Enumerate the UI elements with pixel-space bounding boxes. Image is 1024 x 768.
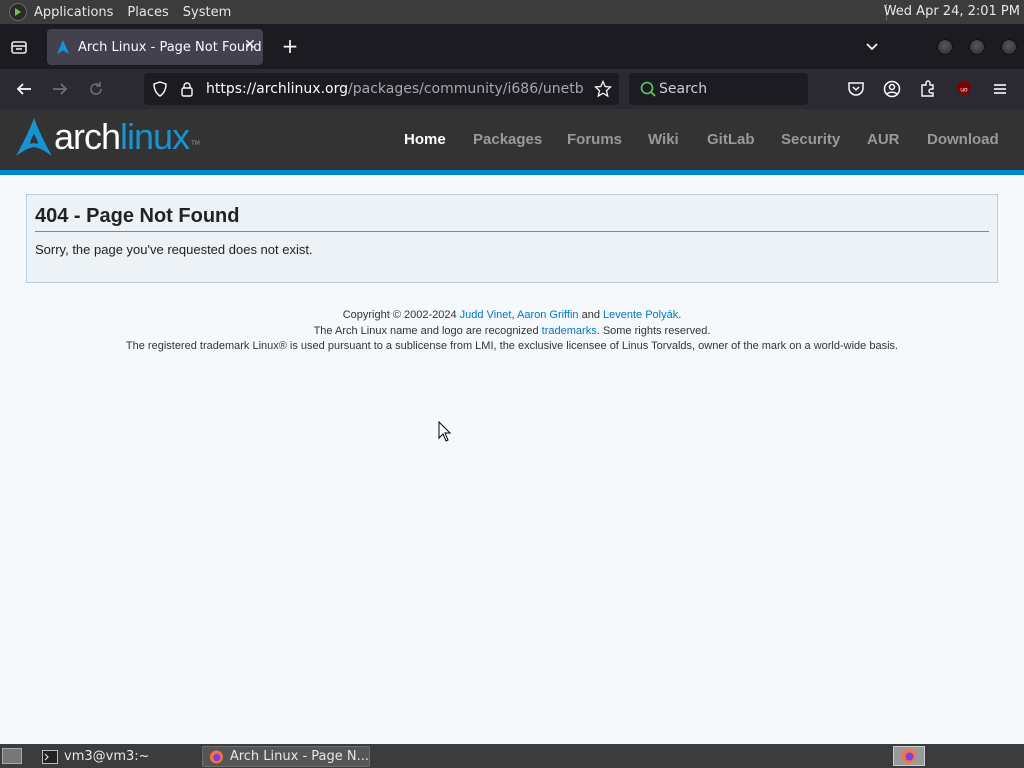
ublock-button[interactable]: uo — [954, 79, 974, 99]
tab-arch-linux[interactable]: Arch Linux - Page Not Found ✕ — [47, 29, 263, 65]
back-arrow-icon — [16, 83, 31, 95]
tab-title: Arch Linux - Page Not Found — [78, 39, 262, 55]
nav-download[interactable]: Download — [927, 131, 999, 148]
minimize-button[interactable] — [937, 39, 953, 55]
terminal-icon — [42, 749, 58, 764]
logo-tm: TM — [191, 140, 200, 147]
search-engine-icon — [640, 81, 656, 97]
mouse-cursor-icon — [438, 421, 452, 442]
link-judd-vinet[interactable]: Judd Vinet — [460, 309, 512, 321]
search-placeholder: Search — [659, 81, 708, 97]
puzzle-icon — [921, 80, 934, 97]
taskbar-label: Arch Linux - Page N... — [229, 749, 369, 764]
clock[interactable]: Wed Apr 24, 2:01 PM — [884, 4, 1020, 19]
forward-arrow-icon — [53, 83, 68, 95]
new-tab-button[interactable]: + — [280, 36, 300, 57]
rights-text: . Some rights reserved. — [596, 324, 711, 337]
sep-text: . — [678, 309, 682, 321]
firefox-view-icon — [11, 41, 27, 54]
account-button[interactable] — [882, 79, 902, 99]
url-path: /packages/community/i686/unetbootin/ — [348, 81, 584, 97]
footer: Copyright © 2002-2024 Judd Vinet, Aaron … — [0, 308, 1024, 355]
nav-forums[interactable]: Forums — [567, 131, 622, 148]
navigation-toolbar: https://archlinux.org/packages/community… — [0, 69, 1024, 109]
maximize-button[interactable] — [969, 39, 985, 55]
divider — [35, 231, 989, 232]
firefox-icon — [209, 750, 223, 763]
nav-home[interactable]: Home — [404, 131, 446, 148]
ublock-origin-icon: uo — [957, 81, 971, 97]
svg-text:uo: uo — [960, 87, 968, 94]
app-menu-button[interactable] — [990, 79, 1010, 99]
nav-packages[interactable]: Packages — [473, 131, 542, 148]
hamburger-menu-icon — [994, 84, 1006, 94]
error-message: Sorry, the page you've requested does no… — [35, 242, 313, 257]
logo-linux-text: linux — [120, 116, 190, 157]
trademark-text: The Arch Linux name and logo are recogni… — [313, 324, 542, 337]
reload-button[interactable] — [86, 79, 106, 99]
distro-menu-icon[interactable] — [9, 3, 27, 21]
sep-text: and — [578, 309, 604, 321]
taskbar-item-firefox[interactable]: Arch Linux - Page N... — [202, 746, 370, 767]
menu-system[interactable]: System — [183, 5, 231, 20]
top-panel: Applications Places System Wed Apr 24, 2… — [0, 0, 1024, 24]
footer-copyright: Copyright © 2002-2024 Judd Vinet, Aaron … — [0, 308, 1024, 324]
footer-trademark-line: The Arch Linux name and logo are recogni… — [0, 324, 1024, 340]
account-icon — [883, 80, 901, 98]
reload-icon — [90, 82, 102, 95]
page-title: 404 - Page Not Found — [35, 205, 240, 227]
workspace-switcher[interactable] — [893, 746, 925, 766]
footer-linux-trademark: The registered trademark Linux® is used … — [125, 340, 899, 352]
menu-applications[interactable]: Applications — [34, 5, 113, 20]
bookmark-star-icon[interactable] — [594, 80, 612, 98]
close-tab-icon[interactable]: ✕ — [243, 38, 257, 52]
header-accent-line — [0, 170, 1024, 175]
shield-icon[interactable] — [152, 81, 168, 97]
taskbar-item-terminal[interactable]: vm3@vm3:~ — [36, 746, 196, 767]
link-trademarks[interactable]: trademarks — [542, 325, 597, 337]
link-levente-polyak[interactable]: Levente Polyák — [603, 309, 678, 321]
bottom-panel: vm3@vm3:~ Arch Linux - Page N... — [0, 744, 1024, 768]
nav-wiki[interactable]: Wiki — [648, 131, 679, 148]
copyright-text: Copyright © 2002-2024 — [342, 309, 460, 321]
site-header: arch linux TM Home Packages Forums Wiki Gi… — [0, 109, 1024, 170]
lock-icon[interactable] — [179, 81, 195, 97]
nav-gitlab[interactable]: GitLab — [707, 131, 755, 148]
arch-logo-icon — [16, 118, 52, 156]
firefox-icon — [902, 749, 916, 763]
extensions-button[interactable] — [918, 79, 938, 99]
search-input[interactable]: Search — [629, 73, 808, 105]
firefox-view-button[interactable] — [9, 37, 29, 57]
logo-arch-text: arch — [54, 116, 121, 157]
close-window-button[interactable] — [1001, 39, 1017, 55]
url-text[interactable]: https://archlinux.org/packages/community… — [206, 81, 584, 97]
address-bar[interactable]: https://archlinux.org/packages/community… — [144, 73, 619, 105]
error-box: 404 - Page Not Found Sorry, the page you… — [26, 194, 998, 283]
url-host: https://archlinux.org — [206, 81, 349, 97]
pocket-button[interactable] — [846, 79, 866, 99]
show-desktop-button[interactable] — [2, 748, 22, 764]
pocket-icon — [848, 82, 864, 96]
forward-button[interactable] — [50, 79, 70, 99]
arch-logo[interactable]: arch linux TM — [14, 117, 200, 157]
nav-security[interactable]: Security — [781, 131, 840, 148]
chevron-down-icon[interactable] — [863, 38, 881, 56]
nav-aur[interactable]: AUR — [867, 131, 900, 148]
arch-icon — [57, 40, 69, 54]
link-aaron-griffin[interactable]: Aaron Griffin — [517, 309, 579, 321]
menu-places[interactable]: Places — [127, 5, 168, 20]
back-button[interactable] — [14, 79, 34, 99]
taskbar-label: vm3@vm3:~ — [64, 749, 150, 764]
tab-strip: Arch Linux - Page Not Found ✕ + — [0, 24, 1024, 69]
